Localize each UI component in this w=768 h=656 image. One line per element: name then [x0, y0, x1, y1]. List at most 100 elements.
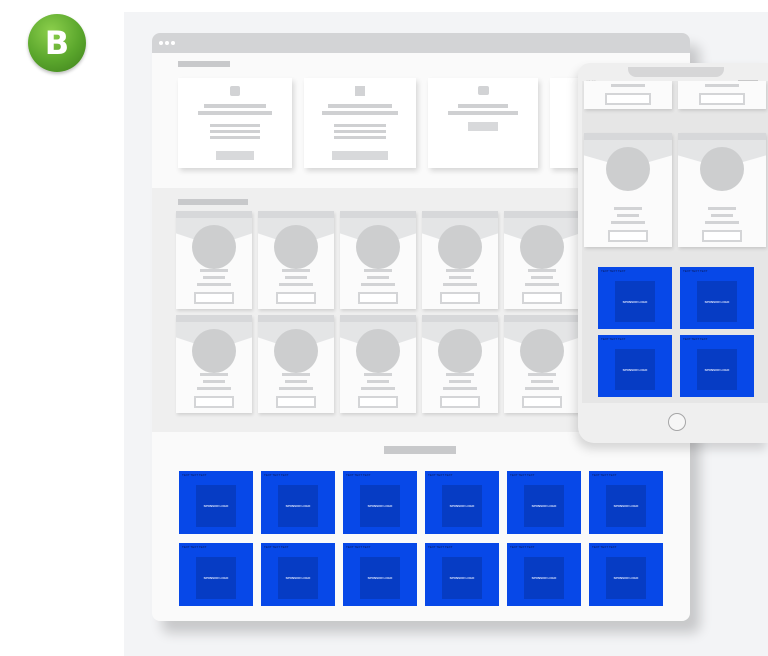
- sponsor-label: TEXT TEXT TEXT: [264, 473, 289, 477]
- sponsor-logo-text: SPONSOR LOGO: [203, 576, 229, 580]
- text-line: [528, 373, 556, 376]
- text-line: [334, 124, 386, 127]
- profile-button: [194, 292, 234, 304]
- sponsor-tile[interactable]: TEXT TEXT TEXT SPONSOR LOGO: [179, 543, 253, 606]
- text-line: [531, 276, 553, 279]
- text-line: [279, 283, 313, 286]
- card-button: [468, 122, 498, 131]
- text-line: [614, 207, 642, 210]
- profile-button: [605, 93, 651, 105]
- card-header: [504, 211, 580, 218]
- sponsor-label: TEXT TEXT TEXT: [510, 545, 535, 549]
- text-line: [525, 387, 559, 390]
- sponsor-tile[interactable]: TEXT TEXT TEXT SPONSOR LOGO: [598, 335, 672, 397]
- card-button: [332, 151, 388, 160]
- text-line: [448, 111, 518, 115]
- text-line: [611, 84, 645, 87]
- profile-button: [522, 292, 562, 304]
- text-line: [705, 221, 739, 224]
- sponsor-logo-box: SPONSOR LOGO: [360, 485, 400, 527]
- sponsor-tile[interactable]: TEXT TEXT TEXT SPONSOR LOGO: [425, 471, 499, 534]
- profile-card: [176, 211, 252, 309]
- avatar-placeholder: [700, 147, 744, 191]
- text-line: [328, 104, 392, 108]
- profile-button: [702, 230, 742, 242]
- home-button[interactable]: [668, 413, 686, 431]
- text-line: [708, 207, 736, 210]
- text-line: [334, 130, 386, 133]
- building-icon: [355, 86, 365, 96]
- text-line: [334, 136, 386, 139]
- profile-card: [258, 211, 334, 309]
- section-b-badge: B: [28, 14, 86, 72]
- sponsor-tile[interactable]: TEXT TEXT TEXT SPONSOR LOGO: [261, 543, 335, 606]
- avatar-placeholder: [520, 329, 564, 373]
- sponsor-logo-text: SPONSOR LOGO: [203, 504, 229, 508]
- sponsor-tile[interactable]: TEXT TEXT TEXT SPONSOR LOGO: [507, 543, 581, 606]
- avatar-placeholder: [438, 225, 482, 269]
- sponsor-logo-box: SPONSOR LOGO: [278, 557, 318, 599]
- sponsor-logo-text: SPONSOR LOGO: [285, 576, 311, 580]
- sponsor-logo-box: SPONSOR LOGO: [606, 557, 646, 599]
- text-line: [446, 269, 474, 272]
- sponsor-tile[interactable]: TEXT TEXT TEXT SPONSOR LOGO: [425, 543, 499, 606]
- sponsor-tile[interactable]: TEXT TEXT TEXT SPONSOR LOGO: [589, 543, 663, 606]
- sponsor-logo-box: SPONSOR LOGO: [615, 281, 655, 322]
- sponsor-tile[interactable]: TEXT TEXT TEXT SPONSOR LOGO: [343, 471, 417, 534]
- sponsor-tile[interactable]: TEXT TEXT TEXT SPONSOR LOGO: [179, 471, 253, 534]
- sponsor-logo-text: SPONSOR LOGO: [622, 367, 648, 372]
- sponsor-tile[interactable]: TEXT TEXT TEXT SPONSOR LOGO: [343, 543, 417, 606]
- text-line: [443, 283, 477, 286]
- sponsor-logo-box: SPONSOR LOGO: [606, 485, 646, 527]
- window-dot: [171, 41, 175, 45]
- sponsor-logo-box: SPONSOR LOGO: [196, 485, 236, 527]
- sponsor-logo-text: SPONSOR LOGO: [367, 576, 393, 580]
- text-line: [364, 373, 392, 376]
- window-dot: [165, 41, 169, 45]
- text-line: [367, 380, 389, 383]
- section-heading-placeholder: [178, 61, 230, 67]
- text-line: [364, 269, 392, 272]
- phone-notch: [628, 67, 724, 77]
- avatar-placeholder: [606, 147, 650, 191]
- avatar-placeholder: [192, 329, 236, 373]
- card-header: [258, 211, 334, 218]
- sponsor-label: TEXT TEXT TEXT: [428, 545, 453, 549]
- text-line: [531, 380, 553, 383]
- card-header: [678, 133, 766, 140]
- text-line: [282, 373, 310, 376]
- sponsor-label: TEXT TEXT TEXT: [601, 337, 626, 341]
- sponsor-label: TEXT TEXT TEXT: [683, 337, 708, 341]
- avatar-placeholder: [438, 329, 482, 373]
- card-button: [216, 151, 254, 160]
- sponsor-logo-box: SPONSOR LOGO: [697, 281, 737, 322]
- profile-card: [340, 315, 416, 413]
- sponsor-label: TEXT TEXT TEXT: [510, 473, 535, 477]
- sponsor-logo-text: SPONSOR LOGO: [531, 576, 557, 580]
- profile-button: [358, 396, 398, 408]
- profile-button: [276, 292, 316, 304]
- text-line: [367, 276, 389, 279]
- sponsor-logo-box: SPONSOR LOGO: [615, 349, 655, 390]
- sponsor-label: TEXT TEXT TEXT: [592, 545, 617, 549]
- sponsor-tile[interactable]: TEXT TEXT TEXT SPONSOR LOGO: [680, 267, 754, 329]
- text-line: [705, 84, 739, 87]
- text-line: [361, 283, 395, 286]
- sponsor-tile[interactable]: TEXT TEXT TEXT SPONSOR LOGO: [589, 471, 663, 534]
- card-header: [504, 315, 580, 322]
- sponsor-tile[interactable]: TEXT TEXT TEXT SPONSOR LOGO: [261, 471, 335, 534]
- sponsor-tile[interactable]: TEXT TEXT TEXT SPONSOR LOGO: [680, 335, 754, 397]
- sponsor-label: TEXT TEXT TEXT: [182, 545, 207, 549]
- sponsor-tile[interactable]: TEXT TEXT TEXT SPONSOR LOGO: [507, 471, 581, 534]
- sponsor-logo-text: SPONSOR LOGO: [704, 367, 730, 372]
- sponsor-logo-text: SPONSOR LOGO: [367, 504, 393, 508]
- sponsor-tile[interactable]: TEXT TEXT TEXT SPONSOR LOGO: [598, 267, 672, 329]
- profile-button: [194, 396, 234, 408]
- sponsor-label: TEXT TEXT TEXT: [346, 545, 371, 549]
- phone-mockup: 12:30 TEXT TEXT TEXTSPONSOR LOGOTEXT TEX…: [578, 63, 768, 443]
- sponsor-logo-box: SPONSOR LOGO: [524, 557, 564, 599]
- sponsor-logo-text: SPONSOR LOGO: [704, 299, 730, 304]
- profile-button: [276, 396, 316, 408]
- text-line: [210, 124, 260, 127]
- profile-card: [422, 211, 498, 309]
